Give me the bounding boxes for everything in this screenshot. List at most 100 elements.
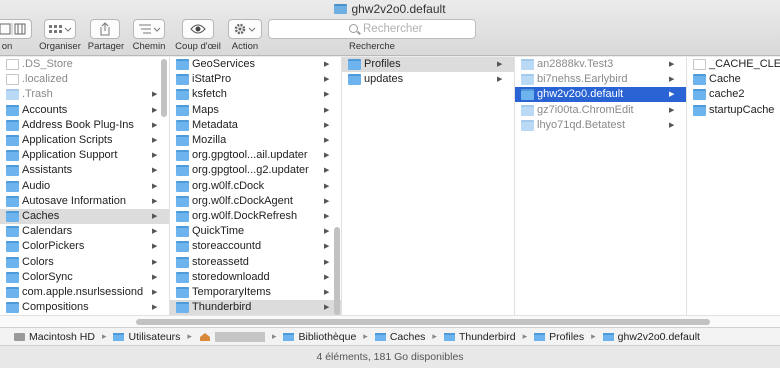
list-item[interactable]: org.w0lf.DockRefresh ▶ xyxy=(170,209,341,224)
list-item[interactable]: org.w0lf.cDock ▶ xyxy=(170,179,341,194)
list-item[interactable]: .Trash ▶ xyxy=(0,87,169,102)
folder-icon xyxy=(6,89,19,101)
disclosure-arrow-icon: ▶ xyxy=(324,228,330,236)
list-item[interactable]: startupCache xyxy=(687,103,780,118)
list-item[interactable]: Maps ▶ xyxy=(170,103,341,118)
list-item[interactable]: iStatPro ▶ xyxy=(170,72,341,87)
list-item[interactable]: GeoServices ▶ xyxy=(170,57,341,72)
horizontal-scrollbar[interactable] xyxy=(0,315,780,327)
list-item-label: storeassetd xyxy=(192,255,249,268)
disclosure-arrow-icon: ▶ xyxy=(152,182,158,190)
action-button[interactable] xyxy=(228,19,262,39)
list-item[interactable]: Address Book Plug-Ins ▶ xyxy=(0,118,169,133)
hard-drive-icon xyxy=(14,332,25,341)
disclosure-arrow-icon: ▶ xyxy=(152,304,158,312)
list-item-label: Thunderbird xyxy=(192,301,252,314)
list-item[interactable]: updates ▶ xyxy=(342,72,514,87)
list-item[interactable]: QuickTime ▶ xyxy=(170,224,341,239)
list-item[interactable]: .DS_Store xyxy=(0,57,169,72)
list-item[interactable]: Profiles ▶ xyxy=(342,57,514,72)
path-item-users[interactable]: Utilisateurs xyxy=(113,331,180,343)
list-item[interactable]: ColorSync ▶ xyxy=(0,270,169,285)
list-item-label: QuickTime xyxy=(192,225,245,238)
list-item[interactable]: TemporaryItems ▶ xyxy=(170,285,341,300)
list-item[interactable]: org.gpgtool...g2.updater ▶ xyxy=(170,163,341,178)
list-item[interactable]: ghw2v2o0.default ▶ xyxy=(515,87,686,103)
list-item[interactable]: gz7i00ta.ChromEdit ▶ xyxy=(515,103,686,118)
disclosure-arrow-icon: ▶ xyxy=(152,137,158,144)
list-item[interactable]: Colors ▶ xyxy=(0,255,169,270)
list-item[interactable]: Application Support ▶ xyxy=(0,148,169,163)
view-mode-control[interactable] xyxy=(0,19,32,39)
path-item-home[interactable] xyxy=(199,331,265,342)
list-item[interactable]: Compositions ▶ xyxy=(0,300,169,315)
folder-icon xyxy=(443,332,455,341)
folder-icon xyxy=(176,104,189,116)
folder-icon xyxy=(176,241,189,253)
list-item[interactable]: Assistants ▶ xyxy=(0,163,169,178)
disclosure-arrow-icon: ▶ xyxy=(324,213,330,220)
list-item[interactable]: com.apple.nsurlsessiond ▶ xyxy=(0,285,169,300)
folder-icon xyxy=(176,59,189,70)
disclosure-arrow-icon: ▶ xyxy=(669,91,675,99)
list-item[interactable]: Caches ▶ xyxy=(0,209,169,224)
column-scrollbar[interactable] xyxy=(334,227,340,315)
path-item-thunderbird[interactable]: Thunderbird xyxy=(443,331,516,343)
search-icon xyxy=(349,24,358,33)
folder-icon xyxy=(176,195,189,207)
list-item[interactable]: cache2 xyxy=(687,87,780,102)
disclosure-arrow-icon: ▶ xyxy=(669,61,675,68)
disclosure-arrow-icon: ▶ xyxy=(152,258,158,266)
list-item[interactable]: Metadata ▶ xyxy=(170,118,341,133)
disclosure-arrow-icon: ▶ xyxy=(152,228,158,236)
list-item[interactable]: storedownloadd ▶ xyxy=(170,270,341,285)
list-item[interactable]: Cache xyxy=(687,72,780,87)
path-item-disk[interactable]: Macintosh HD xyxy=(14,331,95,343)
column-profile-contents: _CACHE_CLEAN_ Cache cache2 startupCache xyxy=(687,57,780,315)
share-button[interactable] xyxy=(90,19,120,39)
path-item-caches[interactable]: Caches xyxy=(374,331,425,343)
path-item-profiles[interactable]: Profiles xyxy=(534,331,584,343)
list-item[interactable]: bi7nehss.Earlybird ▶ xyxy=(515,72,686,87)
horizontal-scroll-thumb[interactable] xyxy=(136,319,710,325)
list-item-label: .localized xyxy=(22,73,68,86)
list-item[interactable]: .localized xyxy=(0,72,169,87)
list-item[interactable]: org.w0lf.cDockAgent ▶ xyxy=(170,194,341,209)
list-item-label: ghw2v2o0.default xyxy=(537,88,624,101)
disclosure-arrow-icon: ▶ xyxy=(324,304,330,312)
list-item[interactable]: org.gpgtool...ail.updater ▶ xyxy=(170,148,341,163)
column-caches: GeoServices ▶ iStatPro ▶ ksfetch ▶ Maps ▶ Metada… xyxy=(170,57,342,315)
status-bar: 4 éléments, 181 Go disponibles xyxy=(0,346,780,368)
list-item[interactable]: an2888kv.Test3 ▶ xyxy=(515,57,686,72)
list-item-label: .DS_Store xyxy=(22,58,73,70)
list-item-label: Application Support xyxy=(22,149,118,162)
path-label: Chemin xyxy=(132,41,166,52)
list-item[interactable]: ksfetch ▶ xyxy=(170,87,341,102)
list-item[interactable]: Thunderbird ▶ xyxy=(170,300,341,315)
list-item[interactable]: storeassetd ▶ xyxy=(170,255,341,270)
organise-button[interactable] xyxy=(44,19,76,39)
list-item[interactable]: Autosave Information ▶ xyxy=(0,194,169,209)
folder-icon xyxy=(602,332,614,341)
column-scrollbar[interactable] xyxy=(161,59,167,117)
organise-label: Organiser xyxy=(39,41,81,52)
path-item-library[interactable]: Bibliothèque xyxy=(283,331,356,343)
list-item-label: ColorSync xyxy=(22,270,73,283)
list-item[interactable]: Mozilla ▶ xyxy=(170,133,341,148)
disclosure-arrow-icon: ▶ xyxy=(324,137,330,144)
path-button[interactable] xyxy=(133,19,165,39)
folder-icon xyxy=(176,119,189,131)
search-placeholder: Rechercher xyxy=(363,23,423,35)
quicklook-button[interactable] xyxy=(182,19,214,39)
search-input[interactable]: Rechercher xyxy=(268,19,476,39)
path-item-profile[interactable]: ghw2v2o0.default xyxy=(602,331,700,343)
list-item[interactable]: lhyo71qd.Betatest ▶ xyxy=(515,118,686,133)
list-item[interactable]: Calendars ▶ xyxy=(0,224,169,239)
list-item[interactable]: Audio ▶ xyxy=(0,179,169,194)
list-item[interactable]: Application Scripts ▶ xyxy=(0,133,169,148)
grid-arrange-icon xyxy=(49,25,72,33)
list-item[interactable]: storeaccountd ▶ xyxy=(170,239,341,254)
list-item[interactable]: ColorPickers ▶ xyxy=(0,239,169,254)
list-item[interactable]: _CACHE_CLEAN_ xyxy=(687,57,780,72)
list-item[interactable]: Accounts ▶ xyxy=(0,103,169,118)
